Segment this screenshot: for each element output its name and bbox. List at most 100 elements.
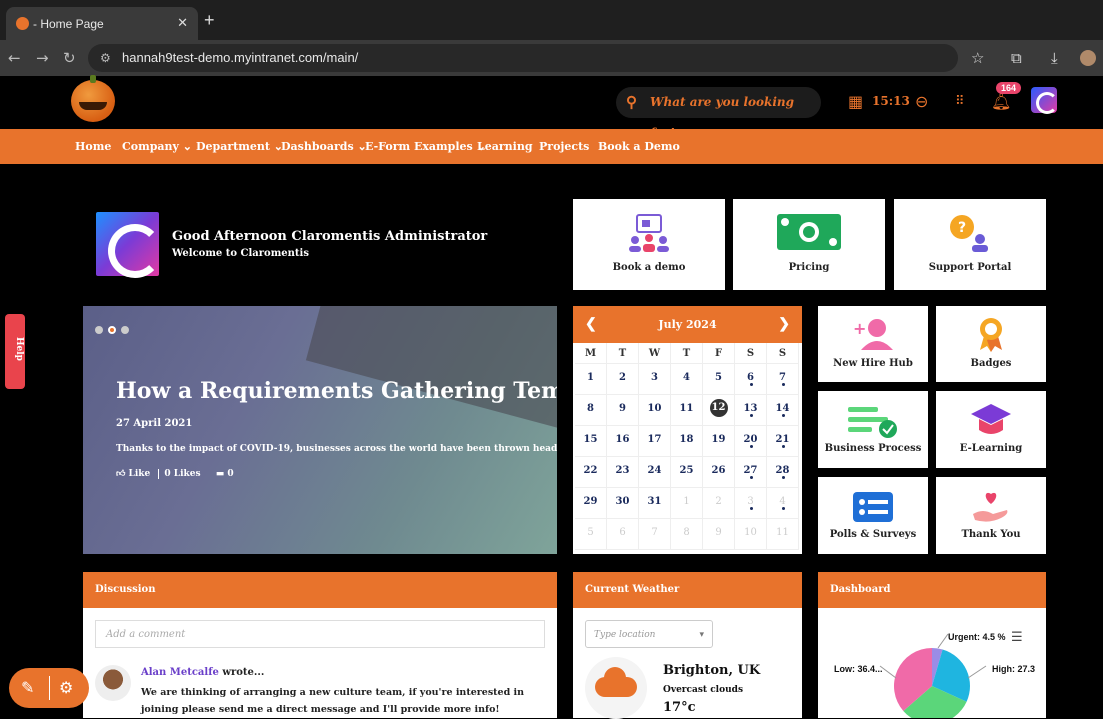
calendar-day[interactable]: 6 — [735, 364, 767, 395]
calendar-day[interactable]: 27 — [735, 457, 767, 488]
apps-grid-icon[interactable]: ⠿ — [955, 94, 965, 109]
calendar-day[interactable]: 24 — [639, 457, 671, 488]
settings-gear-icon[interactable]: ⚙ — [59, 678, 73, 697]
calendar-day[interactable]: 30 — [607, 488, 639, 519]
article-date: 27 April 2021 — [116, 418, 193, 429]
e-learning-tile[interactable]: E-Learning — [936, 391, 1046, 468]
calendar-day[interactable]: 12 — [703, 395, 735, 426]
calendar-day[interactable]: 19 — [703, 426, 735, 457]
menu-department[interactable]: Department ⌄ — [196, 129, 283, 164]
url-field[interactable]: ⚙ hannah9test-demo.myintranet.com/main/ — [88, 44, 958, 72]
menu-projects[interactable]: Projects — [539, 129, 589, 164]
calendar-day[interactable]: 20 — [735, 426, 767, 457]
comment-input[interactable]: Add a comment — [95, 620, 545, 648]
calendar-header: ❮ July 2024 ❯ — [573, 306, 802, 343]
calendar-day[interactable]: 28 — [767, 457, 799, 488]
link-icon[interactable]: ⊖ — [915, 92, 928, 111]
calendar-day[interactable]: 4 — [767, 488, 799, 519]
calendar-day[interactable]: 10 — [639, 395, 671, 426]
menu-company[interactable]: Company ⌄ — [122, 129, 192, 164]
calendar-day[interactable]: 21 — [767, 426, 799, 457]
calendar-day[interactable]: 18 — [671, 426, 703, 457]
menu-learning[interactable]: Learning — [477, 129, 533, 164]
calendar-day[interactable]: 8 — [671, 519, 703, 550]
discussion-panel: Add a comment Alan Metcalfe wrote... We … — [83, 608, 557, 718]
carousel-dot[interactable] — [95, 326, 103, 334]
calendar-day[interactable]: 7 — [639, 519, 671, 550]
prev-month-icon[interactable]: ❮ — [585, 306, 597, 343]
next-month-icon[interactable]: ❯ — [778, 306, 790, 343]
forward-icon[interactable]: → — [36, 49, 49, 67]
calendar-day[interactable]: 3 — [639, 364, 671, 395]
calendar-day[interactable]: 3 — [735, 488, 767, 519]
claromentis-logo-icon[interactable] — [1031, 87, 1058, 114]
article-title[interactable]: How a Requirements Gathering Templat... — [116, 378, 557, 404]
search-input[interactable]: ⚲ What are you looking for! — [616, 87, 821, 140]
calendar-day[interactable]: 2 — [607, 364, 639, 395]
calendar-day[interactable]: 7 — [767, 364, 799, 395]
reload-icon[interactable]: ↻ — [63, 49, 76, 67]
new-hire-hub-tile[interactable]: + New Hire Hub — [818, 306, 928, 382]
badges-tile[interactable]: Badges — [936, 306, 1046, 382]
thumbs-up-icon[interactable]: 👍︎ — [116, 469, 125, 479]
location-select[interactable]: Type location — [585, 620, 713, 649]
extensions-icon[interactable]: ⧉ — [1011, 49, 1022, 67]
site-info-icon[interactable]: ⚙ — [100, 44, 111, 72]
browser-tab[interactable]: - Home Page ✕ — [6, 7, 198, 40]
news-carousel[interactable]: How a Requirements Gathering Templat... … — [83, 306, 557, 554]
menu-book-demo[interactable]: Book a Demo — [598, 129, 680, 164]
calendar-day[interactable]: 17 — [639, 426, 671, 457]
calendar-day[interactable]: 9 — [607, 395, 639, 426]
calendar-day[interactable]: 29 — [575, 488, 607, 519]
book-demo-card[interactable]: Book a demo — [573, 199, 725, 290]
support-portal-card[interactable]: ? Support Portal — [894, 199, 1046, 290]
calendar-day[interactable]: 11 — [767, 519, 799, 550]
like-button[interactable]: Like — [129, 469, 151, 479]
calendar-day[interactable]: 9 — [703, 519, 735, 550]
calendar-day[interactable]: 10 — [735, 519, 767, 550]
calendar-day[interactable]: 2 — [703, 488, 735, 519]
carousel-dot-active[interactable] — [108, 326, 116, 334]
calendar-day[interactable]: 26 — [703, 457, 735, 488]
tab-close-icon[interactable]: ✕ — [177, 15, 188, 31]
bookmark-star-icon[interactable]: ☆ — [971, 49, 984, 67]
pie-label-urgent: Urgent: 4.5 % — [948, 632, 1006, 642]
menu-home[interactable]: Home — [75, 129, 111, 164]
greeting-subtitle: Welcome to Claromentis — [172, 248, 309, 259]
calendar-day[interactable]: 4 — [671, 364, 703, 395]
calendar-day[interactable]: 22 — [575, 457, 607, 488]
calendar-day[interactable]: 23 — [607, 457, 639, 488]
back-icon[interactable]: ← — [8, 49, 21, 67]
calendar-day[interactable]: 6 — [607, 519, 639, 550]
help-side-tab[interactable]: Help — [5, 314, 25, 389]
calendar-day[interactable]: 15 — [575, 426, 607, 457]
calendar-day[interactable]: 11 — [671, 395, 703, 426]
new-hire-icon: + — [853, 319, 893, 350]
calendar-day[interactable]: 31 — [639, 488, 671, 519]
carousel-dot[interactable] — [121, 326, 129, 334]
calendar-day[interactable]: 5 — [575, 519, 607, 550]
calendar-icon[interactable]: ▦ — [848, 92, 863, 111]
calendar-day[interactable]: 16 — [607, 426, 639, 457]
pumpkin-favicon-icon — [16, 17, 29, 30]
download-icon[interactable]: ⤓ — [1051, 49, 1058, 67]
thank-you-tile[interactable]: Thank You — [936, 477, 1046, 554]
edit-icon[interactable]: ✎ — [21, 678, 34, 697]
calendar-day[interactable]: 8 — [575, 395, 607, 426]
menu-dashboards[interactable]: Dashboards ⌄ — [281, 129, 367, 164]
menu-eform-examples[interactable]: E-Form Examples ⌄ — [365, 129, 486, 164]
polls-surveys-tile[interactable]: Polls & Surveys — [818, 477, 928, 554]
calendar-day[interactable]: 5 — [703, 364, 735, 395]
bell-icon[interactable]: 🔔︎ — [991, 92, 1011, 111]
profile-avatar[interactable] — [1080, 50, 1096, 66]
calendar-day[interactable]: 14 — [767, 395, 799, 426]
new-tab-icon[interactable]: + — [204, 10, 215, 31]
business-process-tile[interactable]: Business Process — [818, 391, 928, 468]
calendar-day[interactable]: 13 — [735, 395, 767, 426]
calendar-day[interactable]: 1 — [575, 364, 607, 395]
chart-menu-icon[interactable]: ☰ — [1011, 630, 1023, 645]
pricing-card[interactable]: Pricing — [733, 199, 885, 290]
calendar-day[interactable]: 1 — [671, 488, 703, 519]
calendar-day[interactable]: 25 — [671, 457, 703, 488]
pumpkin-logo[interactable] — [71, 75, 115, 122]
